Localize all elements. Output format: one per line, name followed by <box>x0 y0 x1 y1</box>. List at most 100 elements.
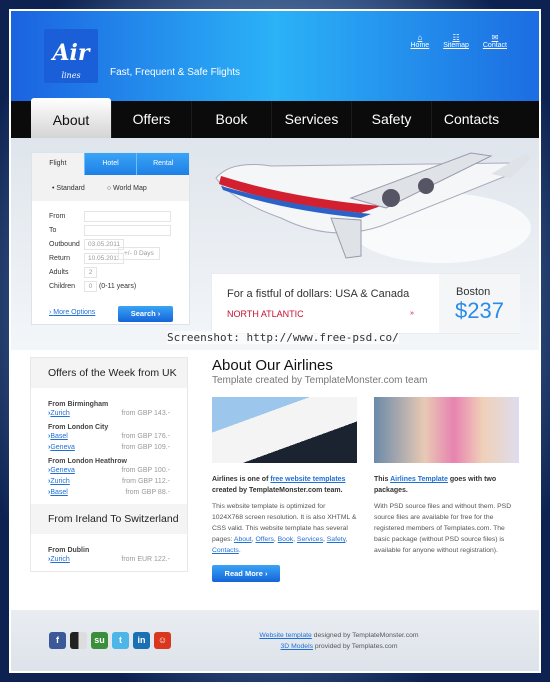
tab-flight[interactable]: Flight <box>32 153 84 175</box>
col1-intro: Airlines is one of <box>212 476 271 483</box>
sitemap-icon: ☷ <box>452 33 460 42</box>
promo-price: $237 <box>455 298 504 323</box>
promo-city: Boston <box>456 286 491 298</box>
tab-rental[interactable]: Rental <box>136 153 190 175</box>
offer-origin: From London Heathrow <box>48 458 127 465</box>
offer-origin: From London City <box>48 424 109 431</box>
offer-item: Zurich from GBP 112.- <box>48 476 170 487</box>
offer-price: from GBP 100.- <box>121 467 170 474</box>
mail-icon: ✉ <box>491 33 499 42</box>
logo-sub: lines <box>61 71 81 80</box>
nav-contacts[interactable]: Contacts <box>431 101 511 138</box>
tagline: Fast, Frequent & Safe Flights <box>110 67 241 78</box>
nav-services[interactable]: Services <box>271 101 351 138</box>
flight-search-form: Flight Hotel Rental • Standard ○ World M… <box>31 152 190 325</box>
from-input[interactable] <box>84 210 171 222</box>
footer-line2: provided by Templates.com <box>313 643 398 650</box>
days-range-select[interactable]: +/- 0 Days <box>118 247 160 260</box>
twitter-icon[interactable]: t <box>112 632 129 649</box>
reddit-icon[interactable]: ☺ <box>154 632 171 649</box>
col2-intro: This <box>374 476 391 483</box>
contact-label: Contact <box>482 42 507 49</box>
offers-title-2: From Ireland To Switzerland <box>31 504 187 534</box>
children-input[interactable]: 0 <box>84 280 97 292</box>
col2-text: With PSD source files and without them. … <box>374 503 512 554</box>
main-nav: About Offers Book Services Safety Contac… <box>11 98 539 138</box>
delicious-icon[interactable] <box>70 632 87 649</box>
footer-line1: designed by TemplateMonster.com <box>311 632 419 639</box>
to-input[interactable] <box>84 224 171 236</box>
stumbleupon-icon[interactable]: su <box>91 632 108 649</box>
main-content: About Our Airlines Template created by T… <box>212 357 532 582</box>
facebook-icon[interactable]: f <box>49 632 66 649</box>
page-title: About Our Airlines <box>212 357 333 374</box>
page-link-contacts[interactable]: Contacts <box>212 547 239 554</box>
airlines-template-link[interactable]: Airlines Template <box>390 476 448 483</box>
offer-origin: From Dublin <box>48 547 90 554</box>
offers-box: Offers of the Week from UK From Birmingh… <box>30 357 188 572</box>
page-subtitle: Template created by TemplateMonster.com … <box>212 375 428 386</box>
watermark: Screenshot: http://www.free-psd.co/ <box>167 331 399 344</box>
read-more-button[interactable]: Read More › <box>212 565 280 582</box>
offer-destination-link[interactable]: Zurich <box>48 554 69 565</box>
col1-intro-end: created by TemplateMonster.com team. <box>212 487 343 494</box>
nav-book[interactable]: Book <box>191 101 271 138</box>
offer-price: from GBP 143.- <box>121 410 170 417</box>
offer-price: from GBP 112.- <box>122 478 170 485</box>
offer-price: from GBP 88.- <box>125 489 170 496</box>
hero: Flight Hotel Rental • Standard ○ World M… <box>11 138 539 350</box>
offer-origin: From Birmingham <box>48 401 109 408</box>
promo-arrow-icon[interactable]: » <box>410 310 414 317</box>
offer-item: Basel from GBP 176.- <box>48 431 170 442</box>
radio-world-map[interactable]: ○ World Map <box>107 185 147 192</box>
nav-offers[interactable]: Offers <box>111 101 191 138</box>
nav-about[interactable]: About <box>31 98 111 138</box>
search-button[interactable]: Search › <box>118 306 173 322</box>
offer-destination-link[interactable]: Geneva <box>48 442 75 453</box>
offer-item: Zurich from GBP 143.- <box>48 408 170 419</box>
more-options-label: More Options <box>53 309 96 316</box>
offer-destination-link[interactable]: Basel <box>48 431 68 442</box>
footer: f su t in ☺ Website template designed by… <box>11 610 539 671</box>
offer-item: Basel from GBP 88.- <box>48 487 170 498</box>
radio-standard[interactable]: • Standard <box>52 185 85 192</box>
jet-photo <box>212 397 357 463</box>
page-link-about[interactable]: About <box>234 536 252 543</box>
radio-world-map-label: World Map <box>113 184 147 192</box>
promo-price-box: Boston $237 <box>439 274 520 333</box>
offer-item: Zurich from EUR 122.- <box>48 554 170 565</box>
offer-destination-link[interactable]: Zurich <box>48 408 69 419</box>
from-label: From <box>49 212 66 220</box>
offer-destination-link[interactable]: Geneva <box>48 465 75 476</box>
more-options-link[interactable]: › More Options <box>49 309 95 316</box>
sitemap-link[interactable]: ☷ Sitemap <box>443 33 469 49</box>
children-label: Children <box>49 282 76 290</box>
tab-hotel[interactable]: Hotel <box>83 153 137 175</box>
offer-item: Geneva from GBP 100.- <box>48 465 170 476</box>
adults-input[interactable]: 2 <box>84 266 97 278</box>
page-link-offers[interactable]: Offers <box>255 536 273 543</box>
home-link[interactable]: ⌂ Home <box>411 33 430 49</box>
linkedin-icon[interactable]: in <box>133 632 150 649</box>
radio-standard-label: Standard <box>56 184 85 192</box>
offer-destination-link[interactable]: Zurich <box>48 476 69 487</box>
page-link-safety[interactable]: Safety <box>327 536 346 543</box>
logo-text: Air <box>52 40 90 66</box>
page-link-book[interactable]: Book <box>278 536 294 543</box>
column-1: Airlines is one of free website template… <box>212 397 357 582</box>
return-label: Return <box>49 254 71 262</box>
free-templates-link[interactable]: free website templates <box>270 476 345 483</box>
offer-destination-link[interactable]: Basel <box>48 487 68 498</box>
page-link-services[interactable]: Services <box>297 536 323 543</box>
3d-models-link[interactable]: 3D Models <box>281 643 314 650</box>
airplane-image <box>215 152 531 263</box>
logo[interactable]: Air lines <box>44 29 98 83</box>
contact-link[interactable]: ✉ Contact <box>483 33 507 49</box>
promo-banner[interactable]: For a fistful of dollars: USA & Canada N… <box>211 273 520 334</box>
website-template-link[interactable]: Website template <box>259 632 311 639</box>
sitemap-label: Sitemap <box>443 42 469 49</box>
passengers-photo <box>374 397 519 463</box>
promo-subtitle: NORTH ATLANTIC <box>227 309 304 319</box>
footer-credits: Website template designed by TemplateMon… <box>239 630 439 652</box>
nav-safety[interactable]: Safety <box>351 101 431 138</box>
